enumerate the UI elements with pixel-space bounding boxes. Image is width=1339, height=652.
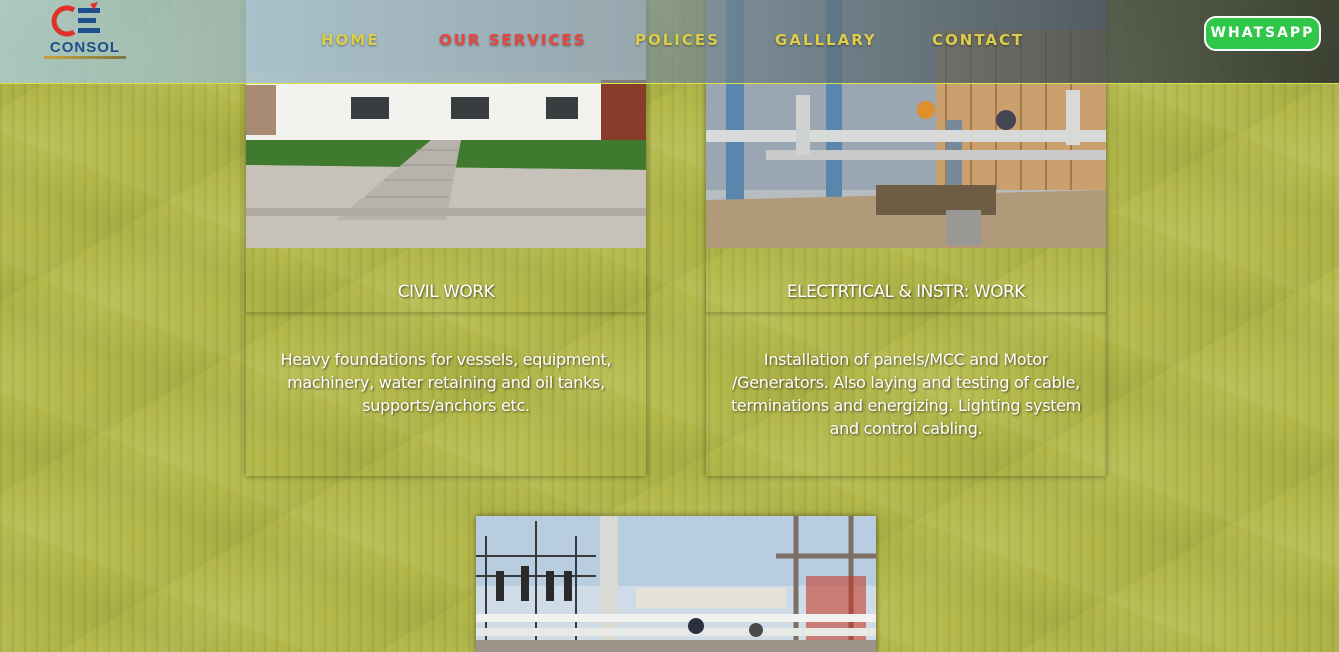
service-description: Heavy foundations for vessels, equipment…	[280, 350, 612, 415]
logo-underline	[44, 56, 126, 59]
nav-contact[interactable]: CONTACT	[932, 31, 1024, 49]
site-header: CONSOL HOME OUR SERVICES POLICES GALLLAR…	[0, 0, 1339, 84]
consol-logo-mark-icon	[51, 2, 100, 37]
substation-image	[476, 516, 876, 652]
consol-logo[interactable]: CONSOL	[38, 2, 132, 62]
nav-our-services[interactable]: OUR SERVICES	[439, 31, 587, 49]
logo-text: CONSOL	[49, 39, 121, 56]
nav-polices[interactable]: POLICES	[635, 31, 720, 49]
service-title: CIVIL WORK	[246, 272, 646, 313]
whatsapp-button[interactable]: WHATSAPP	[1204, 16, 1321, 51]
service-description: Installation of panels/MCC and Motor /Ge…	[730, 350, 1082, 438]
service-title: ELECTRTICAL & INSTR: WORK	[706, 272, 1106, 313]
nav-home[interactable]: HOME	[321, 31, 379, 49]
nav-gallery[interactable]: GALLLARY	[775, 31, 877, 49]
service-card-substation	[476, 516, 876, 652]
